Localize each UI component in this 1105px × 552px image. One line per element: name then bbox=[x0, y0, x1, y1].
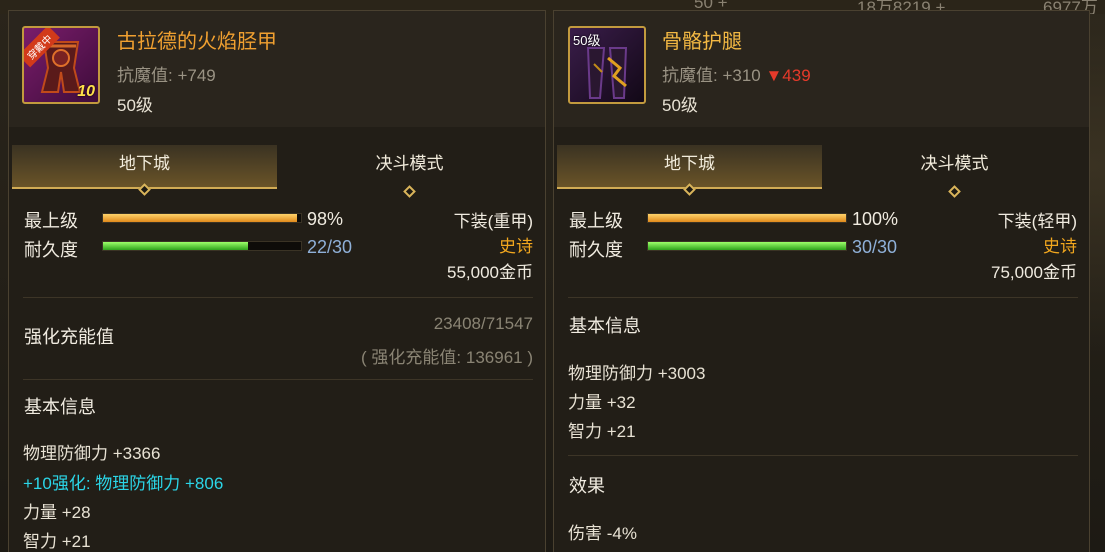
grade-bar bbox=[647, 213, 847, 223]
mode-tabs: 地下城 决斗模式 bbox=[557, 145, 1087, 198]
basic-info-title: 基本信息 bbox=[24, 397, 96, 417]
tab-duel-label: 决斗模式 bbox=[375, 154, 444, 173]
durability-bar bbox=[647, 241, 847, 251]
grade-bar-fill bbox=[103, 214, 298, 222]
effect-title: 效果 bbox=[569, 476, 605, 496]
magic-resist: 抗魔值: +749 bbox=[117, 66, 216, 85]
mode-tabs: 地下城 决斗模式 bbox=[12, 145, 542, 198]
durability-bar bbox=[102, 241, 302, 251]
tab-duel[interactable]: 决斗模式 bbox=[277, 145, 542, 198]
item-name: 骨骼护腿 bbox=[662, 31, 742, 53]
rarity: 史诗 bbox=[1043, 237, 1077, 256]
tab-dungeon-label: 地下城 bbox=[664, 154, 715, 173]
compare-item-tooltip: 50级 骨骼护腿 抗魔值: +310 ▼439 50级 地下城 决斗模式 最上级… bbox=[553, 10, 1090, 552]
grade-value: 100% bbox=[852, 209, 899, 229]
stat-line-enhance: +10强化: 物理防御力 +806 bbox=[23, 474, 224, 493]
divider bbox=[568, 455, 1078, 456]
item-level: 50级 bbox=[117, 96, 153, 115]
durability-label: 耐久度 bbox=[24, 240, 78, 260]
tooltip-header: 穿戴中 10 古拉德的火焰胫甲 抗魔值: +749 50级 bbox=[9, 11, 545, 127]
magic-resist: 抗魔值: +310 ▼439 bbox=[662, 61, 811, 86]
grade-label: 最上级 bbox=[24, 211, 78, 231]
durability-label: 耐久度 bbox=[569, 240, 623, 260]
basic-info-title: 基本信息 bbox=[569, 316, 641, 336]
tab-duel-label: 决斗模式 bbox=[920, 154, 989, 173]
tab-dungeon[interactable]: 地下城 bbox=[12, 145, 277, 196]
magic-resist-value: 抗魔值: +310 bbox=[662, 66, 761, 85]
slot-type: 下装(轻甲) bbox=[997, 212, 1077, 231]
icon-level: 50级 bbox=[573, 33, 601, 48]
price: 55,000金币 bbox=[447, 263, 533, 282]
tab-duel[interactable]: 决斗模式 bbox=[822, 145, 1087, 198]
durability-value: 22/30 bbox=[307, 237, 353, 257]
durability-value: 30/30 bbox=[852, 237, 898, 257]
stat-line: 智力 +21 bbox=[568, 422, 636, 441]
item-name: 古拉德的火焰胫甲 bbox=[117, 31, 277, 53]
tab-dungeon[interactable]: 地下城 bbox=[557, 145, 822, 196]
grade-bar bbox=[102, 213, 302, 223]
stat-line: 物理防御力 +3003 bbox=[568, 364, 706, 383]
charge-progress: 23408/71547 bbox=[433, 314, 533, 333]
slot-type: 下装(重甲) bbox=[453, 212, 533, 231]
tooltip-header: 50级 骨骼护腿 抗魔值: +310 ▼439 50级 bbox=[554, 11, 1089, 127]
stat-line: 力量 +28 bbox=[23, 503, 91, 522]
stat-line: 物理防御力 +3366 bbox=[23, 444, 161, 463]
durability-bar-fill bbox=[648, 242, 846, 250]
grade-label: 最上级 bbox=[569, 211, 623, 231]
diamond-icon bbox=[947, 185, 961, 198]
diamond-icon bbox=[402, 185, 416, 198]
item-icon[interactable]: 穿戴中 10 bbox=[22, 26, 100, 104]
equipped-item-tooltip: 穿戴中 10 古拉德的火焰胫甲 抗魔值: +749 50级 地下城 决斗模式 最… bbox=[8, 10, 546, 552]
diamond-icon bbox=[682, 183, 696, 196]
tab-dungeon-label: 地下城 bbox=[119, 154, 170, 173]
enhance-level: 10 bbox=[77, 83, 95, 100]
effect-line: 伤害 -4% bbox=[568, 524, 637, 543]
durability-bar-fill bbox=[103, 242, 249, 250]
item-level: 50级 bbox=[662, 96, 698, 115]
item-icon[interactable]: 50级 bbox=[568, 26, 646, 104]
grade-bar-fill bbox=[648, 214, 846, 222]
stat-line: 智力 +21 bbox=[23, 532, 91, 551]
magic-resist-diff: ▼439 bbox=[765, 66, 811, 85]
divider bbox=[23, 297, 533, 298]
rarity: 史诗 bbox=[499, 237, 533, 256]
divider bbox=[23, 379, 533, 380]
price: 75,000金币 bbox=[991, 263, 1077, 282]
charge-total: ( 强化充能值: 136961 ) bbox=[361, 348, 533, 367]
diamond-icon bbox=[137, 183, 151, 196]
stat-line: 力量 +32 bbox=[568, 393, 636, 412]
divider bbox=[568, 297, 1078, 298]
charge-title: 强化充能值 bbox=[24, 327, 114, 347]
grade-value: 98% bbox=[307, 209, 344, 229]
